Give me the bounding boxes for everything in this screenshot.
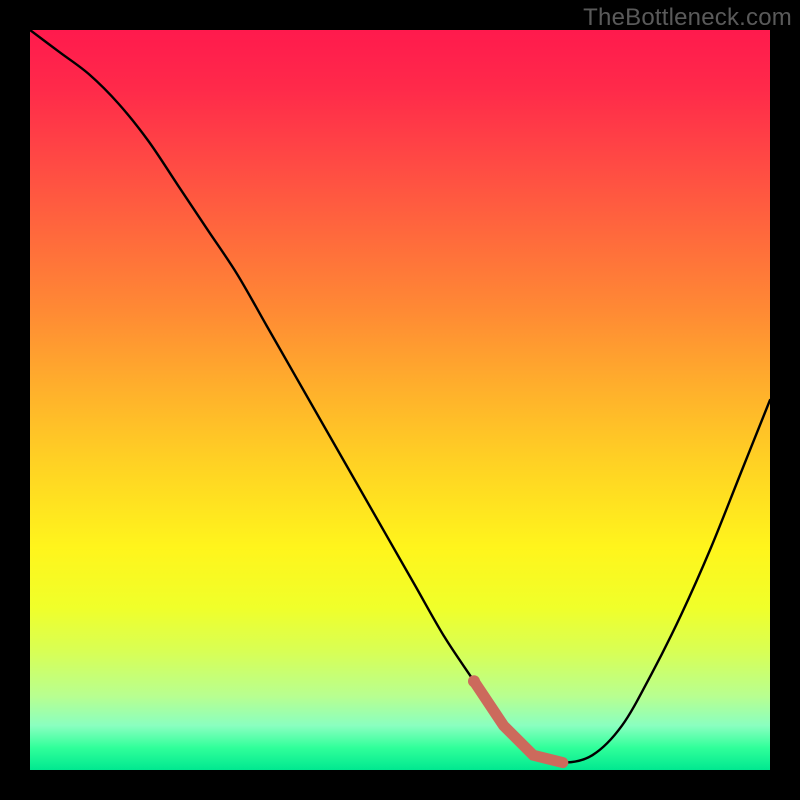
chart-frame [30, 30, 770, 770]
chart-plot [30, 30, 770, 770]
highlight-dot [468, 675, 480, 687]
watermark-text: TheBottleneck.com [583, 4, 792, 32]
highlight-band [474, 681, 563, 762]
bottleneck-curve [30, 30, 770, 763]
